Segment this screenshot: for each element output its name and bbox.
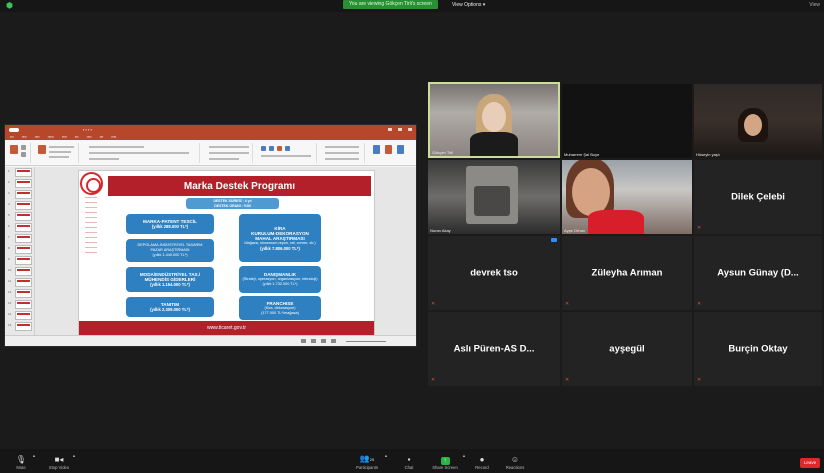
participants-button[interactable]: 👥25 Participants <box>350 454 384 471</box>
box-kira: KİRA KURULUM-DEKORASYON MAHAL ARAŞTIRMAS… <box>239 214 321 262</box>
audio-options-caret-icon[interactable]: ▲ <box>32 453 36 458</box>
autosave-toggle-icon <box>9 127 19 132</box>
participant-tile[interactable]: Aysun Günay (D... ✕ <box>694 236 822 310</box>
mic-muted-icon: ✕ <box>697 225 702 231</box>
video-options-caret-icon[interactable]: ▲ <box>72 453 76 458</box>
mic-muted-icon: ✕ <box>431 301 436 307</box>
zoom-meeting-window: ⬢ You are viewing Gökçen Tirli's screen … <box>0 0 824 473</box>
box-depolama: DEPOLAMA-İNDÜSTRİYEL TASARIM PAZAR ARAŞT… <box>126 239 214 262</box>
share-options-caret-icon[interactable]: ▲ <box>462 453 466 458</box>
viewing-screen-indicator: You are viewing Gökçen Tirli's screen <box>343 0 438 9</box>
participant-name: Aslı Püren-AS D... <box>453 343 535 355</box>
participant-name: Muharrem Şal Buye <box>564 152 600 157</box>
slide-canvas: Marka Destek Programı DESTEK SÜRESİ : 4 … <box>35 167 416 337</box>
chat-button[interactable]: ▪ Chat <box>398 455 420 471</box>
top-bar: ⬢ You are viewing Gökçen Tirli's screen … <box>0 0 824 12</box>
participant-name: Nuran Akay <box>430 228 451 233</box>
view-options-menu[interactable]: View Options ▾ <box>452 1 485 9</box>
reactions-icon: ☺ <box>510 455 520 464</box>
box-moda-tasarim: MODA/ENDÜSTRİYEL TAS./ MÜHENDİS GİDERLER… <box>126 267 214 292</box>
view-mode-button[interactable]: View <box>809 1 820 9</box>
zoom-slider[interactable] <box>346 341 386 342</box>
shared-screen: ▪ ▪ ▪ ▪ ▪▪▪ ▪▪▪▪ ▪▪▪▪ ▪▪▪▪▪ ▪▪▪▪ ▪▪▪ ▪▪▪▪ ▪▪▪ ▪▪… <box>4 124 417 347</box>
current-slide: Marka Destek Programı DESTEK SÜRESİ : 4 … <box>78 170 375 336</box>
participant-name: ayşegül <box>609 343 645 355</box>
powerpoint-titlebar: ▪ ▪ ▪ ▪ <box>5 125 416 134</box>
mic-muted-icon: ✕ <box>697 301 702 307</box>
chat-bubble-icon: ▪ <box>407 455 411 464</box>
participant-tile[interactable]: Ayşe Orhan <box>562 160 692 234</box>
participant-name: Ayşe Orhan <box>564 228 586 233</box>
mute-button[interactable]: 🎙 Mute <box>10 455 32 471</box>
ministry-logo-icon <box>80 172 103 195</box>
box-marka-patent: MARKA-PATENT TESCİL (yıllık 288.000 TL*) <box>126 214 214 234</box>
box-tanitim: TANITIM (yıllık 2.309.000 TL*) <box>126 297 214 317</box>
slide-thumbnails[interactable]: 1 2 3 4 5 6 7 8 9 10 11 12 13 14 15 <box>5 167 35 337</box>
powerpoint-statusbar <box>5 335 416 346</box>
decorative-lines <box>85 197 97 317</box>
slide-footer: www.ticaret.gov.tr <box>79 321 374 335</box>
participant-tile[interactable]: Dilek Çelebi ✕ <box>694 160 822 234</box>
participant-name: devrek tso <box>470 267 518 279</box>
mic-muted-icon: ✕ <box>565 301 570 307</box>
participant-name: Aysun Günay (D... <box>717 267 799 279</box>
ppt-filename: ▪ ▪ ▪ ▪ <box>83 127 93 132</box>
participant-name: Hüseyin yaşlı <box>696 152 720 157</box>
mic-muted-icon: ✕ <box>697 377 702 383</box>
video-camera-icon: ■◂ <box>54 455 64 464</box>
raised-hand-icon <box>551 238 557 242</box>
slide-title: Marka Destek Programı <box>108 176 371 196</box>
window-controls <box>388 128 412 131</box>
leave-button[interactable]: Leave <box>800 458 820 468</box>
share-screen-icon: ↑ <box>440 457 450 465</box>
participant-tile[interactable]: Nuran Akay <box>428 160 560 234</box>
participant-tile[interactable]: Züleyha Arıman ✕ <box>562 236 692 310</box>
participants-options-caret-icon[interactable]: ▲ <box>384 453 388 458</box>
participant-tile[interactable]: Gökçen Tirli <box>428 82 560 158</box>
mic-muted-icon: ✕ <box>565 377 570 383</box>
participant-name: Gökçen Tirli <box>432 150 454 155</box>
participant-tile[interactable]: Hüseyin yaşlı <box>694 84 822 158</box>
record-button[interactable]: ● Record <box>470 455 494 471</box>
participant-name: Burçin Oktay <box>728 343 788 355</box>
participant-tile[interactable]: Aslı Püren-AS D... ✕ <box>428 312 560 386</box>
participants-icon: 👥 <box>359 454 370 463</box>
record-icon: ● <box>479 455 485 464</box>
microphone-icon: 🎙 <box>15 455 27 464</box>
box-franchise: FRANCHISE (Kira, dekorasyon) (177.000 TL… <box>239 296 321 320</box>
participant-tile[interactable]: Muharrem Şal Buye <box>562 84 692 158</box>
powerpoint-ribbon <box>5 140 416 166</box>
security-shield-icon[interactable]: ⬢ <box>6 2 14 10</box>
meeting-toolbar: 🎙 Mute ▲ ■◂ Stop Video ▲ 👥25 Participant… <box>0 449 824 473</box>
support-duration-box: DESTEK SÜRESİ : 4 yıl DESTEK ORANI : %50 <box>186 198 279 209</box>
mic-muted-icon: ✕ <box>431 377 436 383</box>
box-danismanlik: DANIŞMANLIK (Strateji, operasyon, organi… <box>239 266 321 293</box>
stop-video-button[interactable]: ■◂ Stop Video <box>44 455 74 471</box>
participant-name: Dilek Çelebi <box>731 191 785 203</box>
reactions-button[interactable]: ☺ Reactions <box>500 455 530 471</box>
participant-tile[interactable]: devrek tso ✕ <box>428 236 560 310</box>
participant-count: 25 <box>369 457 375 462</box>
participant-name: Züleyha Arıman <box>591 267 663 279</box>
participant-tile[interactable]: Burçin Oktay ✕ <box>694 312 822 386</box>
share-screen-button[interactable]: ↑ Share Screen <box>428 455 462 471</box>
participant-tile[interactable]: ayşegül ✕ <box>562 312 692 386</box>
